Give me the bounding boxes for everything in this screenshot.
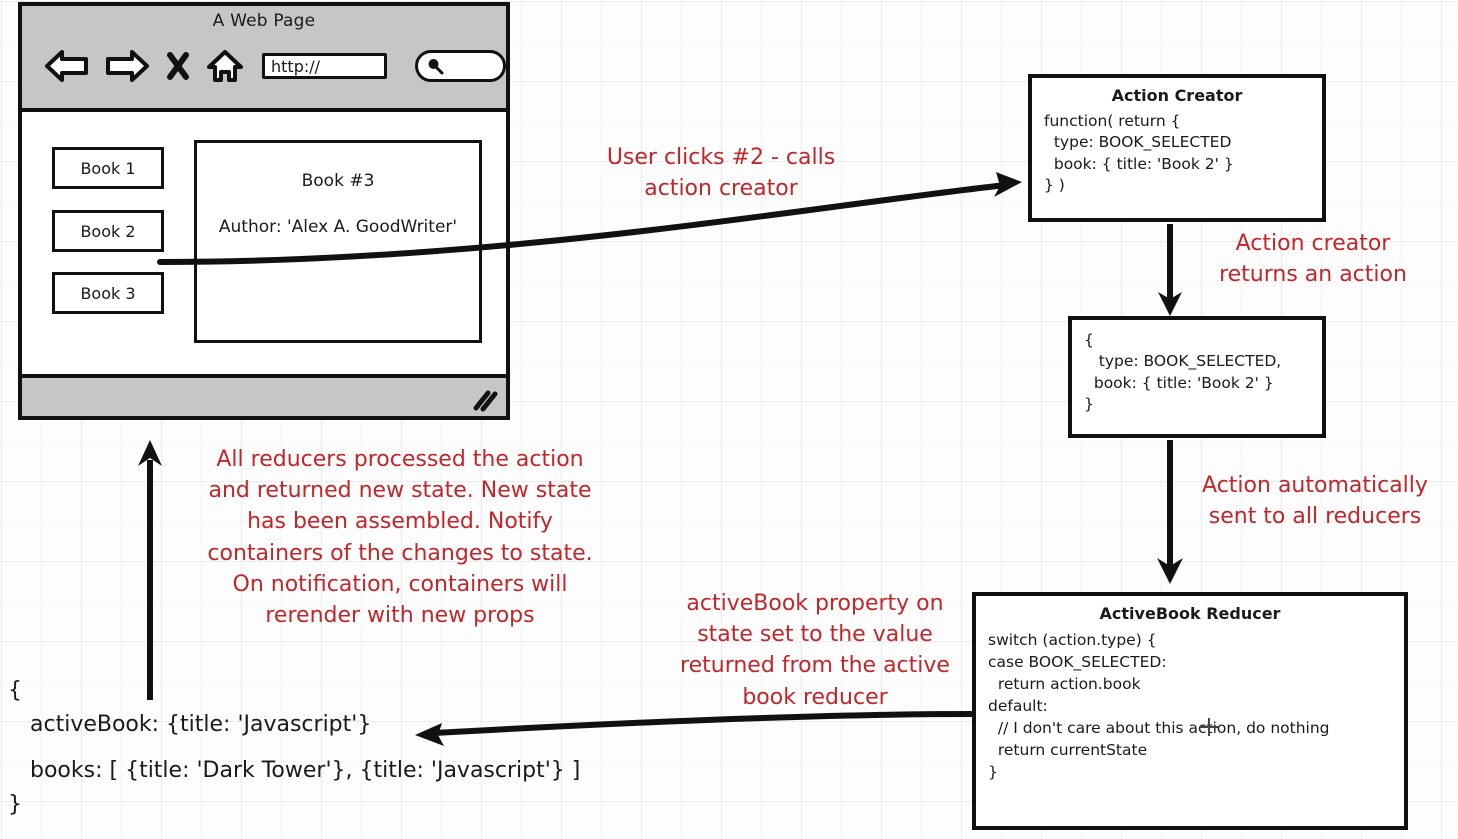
- search-icon: [426, 57, 444, 75]
- state-books-line: books: [ {title: 'Dark Tower'}, {title: …: [30, 758, 581, 783]
- crosshair-cursor-icon: [1198, 716, 1220, 738]
- browser-chrome: A Web Page http://: [22, 6, 506, 112]
- browser-page-content: Book 1 Book 2 Book 3 Book #3 Author: 'Al…: [22, 112, 506, 374]
- activebook-reducer-title: ActiveBook Reducer: [1099, 604, 1281, 623]
- close-x-icon[interactable]: [166, 51, 190, 81]
- arrow-state-to-browser: [138, 440, 162, 700]
- book-list-item-label: Book 3: [80, 283, 136, 303]
- book-detail-author: Author: 'Alex A. GoodWriter': [218, 217, 458, 237]
- book-list-item-label: Book 1: [80, 158, 136, 178]
- book-detail-panel: Book #3 Author: 'Alex A. GoodWriter': [194, 140, 482, 343]
- book-detail-title: Book #3: [301, 171, 375, 191]
- annotation-auto-sent-to-reducers: Action automatically sent to all reducer…: [1202, 473, 1428, 530]
- search-input[interactable]: [414, 50, 506, 82]
- back-arrow-icon[interactable]: [44, 49, 90, 83]
- state-open-brace: {: [8, 678, 22, 703]
- browser-window-mockup: A Web Page http:// Book 1 Book 2 Book 3 …: [18, 2, 510, 420]
- app-state-object: { activeBook: {title: 'Javascript'} book…: [8, 680, 580, 828]
- action-object-box: { type: BOOK_SELECTED, book: { title: 'B…: [1068, 316, 1326, 438]
- browser-window-title: A Web Page: [212, 11, 316, 31]
- resize-grip-icon[interactable]: [472, 390, 498, 412]
- book-list-item-1[interactable]: Book 1: [52, 147, 164, 189]
- activebook-reducer-code: switch (action.type) { case BOOK_SELECTE…: [988, 631, 1330, 781]
- url-input-value: http://: [271, 56, 321, 76]
- action-creator-box: Action Creator function( return { type: …: [1028, 74, 1326, 222]
- book-list-item-label: Book 2: [80, 221, 136, 241]
- url-input[interactable]: http://: [262, 53, 387, 79]
- forward-arrow-icon[interactable]: [104, 49, 150, 83]
- browser-toolbar: http://: [22, 36, 506, 96]
- diagram-canvas: A Web Page http:// Book 1 Book 2 Book 3 …: [0, 0, 1458, 839]
- annotation-all-reducers-processed: All reducers processed the action and re…: [207, 447, 593, 629]
- action-creator-title: Action Creator: [1111, 86, 1243, 105]
- annotation-returns-action: Action creator returns an action: [1219, 231, 1407, 288]
- action-creator-code: function( return { type: BOOK_SELECTED b…: [1044, 112, 1234, 195]
- annotation-activebook-property: activeBook property on state set to the …: [680, 591, 950, 710]
- browser-status-bar: [22, 374, 506, 416]
- book-list-item-3[interactable]: Book 3: [52, 272, 164, 314]
- state-active-book-line: activeBook: {title: 'Javascript'}: [30, 712, 372, 737]
- action-object-code: { type: BOOK_SELECTED, book: { title: 'B…: [1084, 331, 1282, 414]
- state-close-brace: }: [8, 792, 22, 817]
- activebook-reducer-box: ActiveBook Reducer switch (action.type) …: [972, 592, 1408, 830]
- home-icon[interactable]: [206, 49, 244, 83]
- annotation-user-clicks: User clicks #2 - calls action creator: [606, 145, 836, 202]
- arrow-action-creator-to-action: [1158, 224, 1182, 316]
- book-list-item-2[interactable]: Book 2: [52, 210, 164, 252]
